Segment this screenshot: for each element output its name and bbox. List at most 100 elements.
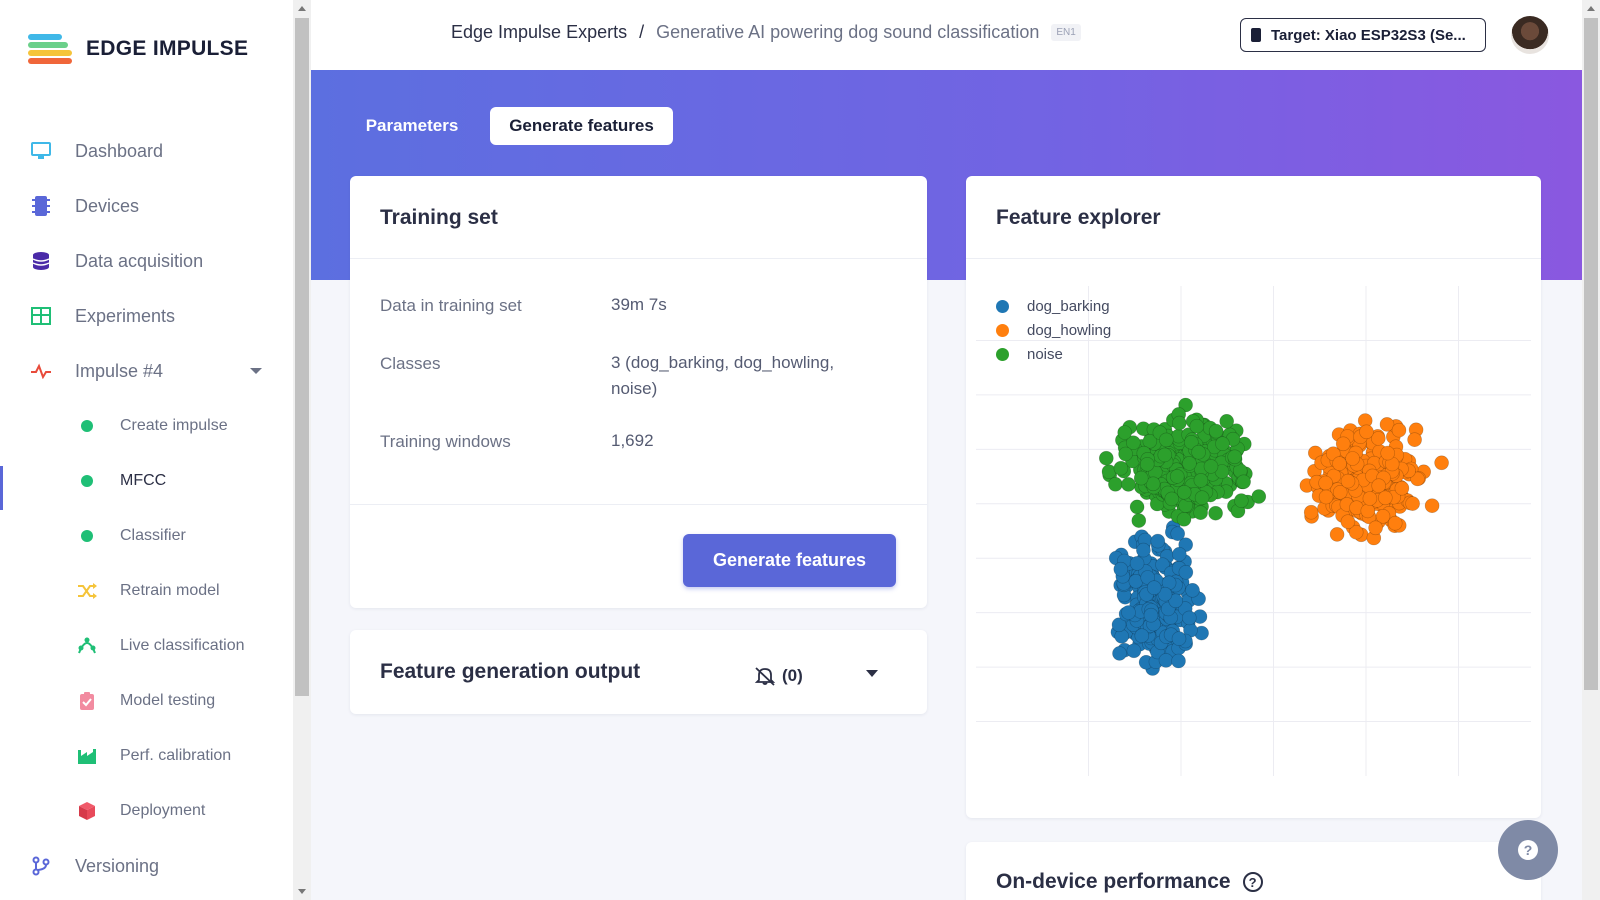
scatter-point-noise[interactable] bbox=[1236, 474, 1251, 490]
scatter-point-dog_howling[interactable] bbox=[1424, 498, 1440, 513]
scatter-point-dog_howling[interactable] bbox=[1345, 451, 1360, 466]
scatter-point-dog_barking[interactable] bbox=[1129, 556, 1145, 571]
scatter-point-dog_howling[interactable] bbox=[1380, 445, 1396, 461]
legend-item[interactable]: dog_barking bbox=[996, 294, 1111, 318]
scroll-down-icon[interactable] bbox=[298, 889, 306, 894]
scatter-point-noise[interactable] bbox=[1159, 432, 1174, 448]
logo[interactable]: EDGE IMPULSE bbox=[28, 32, 248, 66]
scatter-point-noise[interactable] bbox=[1191, 444, 1206, 460]
scatter-point-dog_howling[interactable] bbox=[1407, 432, 1422, 447]
scatter-point-dog_howling[interactable] bbox=[1318, 489, 1334, 505]
scatter-point-noise[interactable] bbox=[1117, 425, 1132, 440]
sidebar-item-retrain-model[interactable]: Retrain model bbox=[0, 571, 293, 611]
scatter-point-dog_howling[interactable] bbox=[1332, 456, 1347, 471]
scatter-point-dog_howling[interactable] bbox=[1359, 424, 1374, 440]
notifications[interactable]: (0) bbox=[754, 666, 803, 686]
scrollbar-thumb[interactable] bbox=[1584, 18, 1598, 690]
scatter-point-dog_howling[interactable] bbox=[1377, 490, 1393, 506]
sidebar-item-dashboard[interactable]: Dashboard bbox=[0, 131, 293, 171]
scrollbar-thumb[interactable] bbox=[295, 18, 309, 696]
scatter-point-dog_howling[interactable] bbox=[1362, 491, 1378, 506]
scatter-point-noise[interactable] bbox=[1251, 489, 1267, 504]
scatter-point-noise[interactable] bbox=[1176, 485, 1192, 500]
scatter-point-dog_barking[interactable] bbox=[1171, 653, 1186, 669]
scatter-point-noise[interactable] bbox=[1208, 505, 1223, 521]
help-icon[interactable]: ? bbox=[1242, 872, 1263, 893]
sidebar-scrollbar[interactable] bbox=[293, 0, 311, 900]
scatter-point-dog_barking[interactable] bbox=[1134, 628, 1150, 644]
scatter-point-dog_howling[interactable] bbox=[1329, 527, 1345, 542]
scatter-point-dog_howling[interactable] bbox=[1394, 480, 1410, 496]
scatter-point-dog_barking[interactable] bbox=[1146, 580, 1162, 596]
chevron-down-icon[interactable] bbox=[866, 670, 878, 677]
scatter-point-dog_howling[interactable] bbox=[1340, 473, 1356, 489]
sidebar-item-impulse[interactable]: Impulse #4 bbox=[0, 351, 293, 391]
scatter-point-noise[interactable] bbox=[1233, 493, 1249, 508]
generate-features-button[interactable]: Generate features bbox=[683, 534, 896, 587]
scatter-point-dog_barking[interactable] bbox=[1136, 542, 1151, 558]
scatter-point-dog_howling[interactable] bbox=[1360, 503, 1376, 519]
scatter-point-noise[interactable] bbox=[1227, 449, 1243, 465]
sidebar-item-classifier[interactable]: Classifier bbox=[0, 516, 293, 556]
legend-item[interactable]: dog_howling bbox=[996, 318, 1111, 342]
scroll-up-icon[interactable] bbox=[298, 6, 306, 11]
scatter-point-noise[interactable] bbox=[1203, 459, 1219, 474]
scatter-point-noise[interactable] bbox=[1189, 418, 1205, 434]
scatter-point-noise[interactable] bbox=[1099, 450, 1114, 466]
scatter-point-noise[interactable] bbox=[1129, 499, 1145, 515]
scatter-point-noise[interactable] bbox=[1121, 477, 1136, 492]
sidebar-item-deployment[interactable]: Deployment bbox=[0, 791, 293, 831]
scatter-point-noise[interactable] bbox=[1193, 473, 1209, 488]
scatter-point-dog_howling[interactable] bbox=[1405, 496, 1420, 511]
target-device-button[interactable]: Target: Xiao ESP32S3 (Se... bbox=[1240, 18, 1486, 52]
sidebar-item-devices[interactable]: Devices bbox=[0, 186, 293, 226]
scatter-point-dog_barking[interactable] bbox=[1158, 653, 1174, 668]
scatter-point-dog_howling[interactable] bbox=[1391, 422, 1407, 438]
scatter-point-noise[interactable] bbox=[1139, 457, 1155, 472]
scatter-point-dog_howling[interactable] bbox=[1368, 520, 1383, 536]
scatter-point-noise[interactable] bbox=[1193, 505, 1208, 520]
scatter-point-noise[interactable] bbox=[1215, 436, 1230, 451]
sidebar-item-data-acquisition[interactable]: Data acquisition bbox=[0, 241, 293, 281]
avatar[interactable] bbox=[1511, 16, 1549, 54]
sidebar-item-model-testing[interactable]: Model testing bbox=[0, 681, 293, 721]
scatter-point-dog_barking[interactable] bbox=[1178, 564, 1194, 580]
scatter-point-dog_barking[interactable] bbox=[1112, 646, 1127, 661]
scatter-point-dog_barking[interactable] bbox=[1171, 631, 1187, 646]
scatter-point-noise[interactable] bbox=[1118, 446, 1133, 462]
scatter-point-dog_barking[interactable] bbox=[1182, 610, 1197, 626]
scatter-point-noise[interactable] bbox=[1219, 414, 1234, 429]
chevron-down-icon[interactable] bbox=[250, 368, 262, 374]
scatter-point-dog_howling[interactable] bbox=[1303, 504, 1319, 520]
tab-generate-features[interactable]: Generate features bbox=[490, 107, 673, 145]
scatter-point-dog_barking[interactable] bbox=[1126, 643, 1142, 659]
scatter-point-dog_howling[interactable] bbox=[1318, 475, 1333, 491]
scatter-point-dog_barking[interactable] bbox=[1113, 561, 1129, 577]
sidebar-item-create-impulse[interactable]: Create impulse bbox=[0, 406, 293, 446]
scatter-point-dog_howling[interactable] bbox=[1434, 455, 1449, 471]
legend-item[interactable]: noise bbox=[996, 342, 1111, 366]
scatter-point-dog_howling[interactable] bbox=[1335, 436, 1351, 452]
scatter-point-noise[interactable] bbox=[1169, 469, 1185, 484]
scatter-point-noise[interactable] bbox=[1108, 477, 1123, 492]
sidebar-item-perf-calibration[interactable]: Perf. calibration bbox=[0, 736, 293, 776]
scatter-point-dog_barking[interactable] bbox=[1172, 546, 1187, 562]
scatter-point-noise[interactable] bbox=[1176, 512, 1192, 527]
scroll-up-icon[interactable] bbox=[1587, 6, 1595, 11]
main-scrollbar[interactable] bbox=[1582, 0, 1600, 900]
help-button[interactable]: ? bbox=[1498, 820, 1558, 880]
sidebar-item-experiments[interactable]: Experiments bbox=[0, 296, 293, 336]
feature-output-card[interactable]: Feature generation output (0) bbox=[350, 630, 927, 714]
scatter-point-noise[interactable] bbox=[1194, 490, 1210, 505]
scatter-point-dog_barking[interactable] bbox=[1170, 526, 1185, 541]
scatter-point-dog_barking[interactable] bbox=[1185, 582, 1200, 598]
breadcrumb-project[interactable]: Edge Impulse Experts bbox=[451, 22, 627, 43]
scatter-point-dog_barking[interactable] bbox=[1150, 533, 1166, 549]
scatter-point-dog_howling[interactable] bbox=[1340, 514, 1356, 529]
scatter-point-dog_barking[interactable] bbox=[1143, 607, 1159, 623]
scatter-point-noise[interactable] bbox=[1172, 415, 1187, 431]
sidebar-item-live-classification[interactable]: Live classification bbox=[0, 626, 293, 666]
scatter-point-noise[interactable] bbox=[1113, 460, 1129, 476]
scatter-point-noise[interactable] bbox=[1164, 491, 1180, 507]
scatter-point-dog_howling[interactable] bbox=[1387, 515, 1403, 531]
